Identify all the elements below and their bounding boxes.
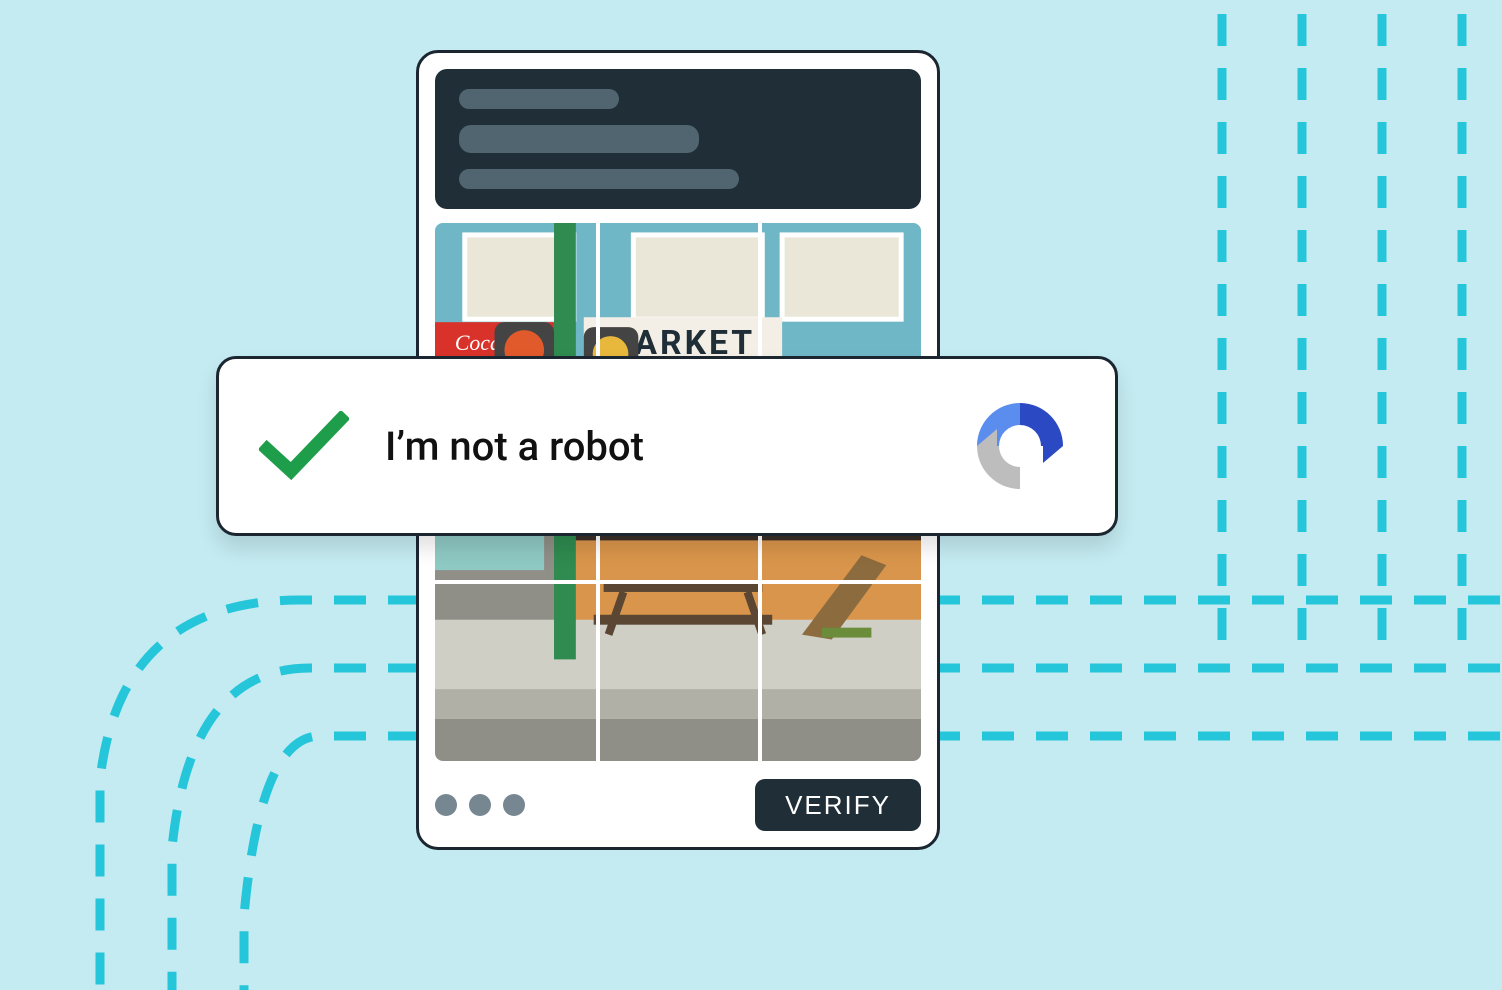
refresh-icon[interactable] xyxy=(435,794,457,816)
captcha-footer: VERIFY xyxy=(435,779,921,831)
placeholder-line xyxy=(459,169,739,189)
info-icon[interactable] xyxy=(503,794,525,816)
verify-button[interactable]: VERIFY xyxy=(755,779,921,831)
check-icon xyxy=(259,411,349,481)
not-a-robot-banner[interactable]: I’m not a robot xyxy=(216,356,1118,536)
not-a-robot-label: I’m not a robot xyxy=(385,423,965,470)
dashed-lines-top-right xyxy=(1162,14,1502,654)
placeholder-line xyxy=(459,89,619,109)
placeholder-line xyxy=(459,125,699,153)
captcha-instructions xyxy=(435,69,921,209)
audio-icon[interactable] xyxy=(469,794,491,816)
recaptcha-logo-icon xyxy=(965,391,1075,501)
